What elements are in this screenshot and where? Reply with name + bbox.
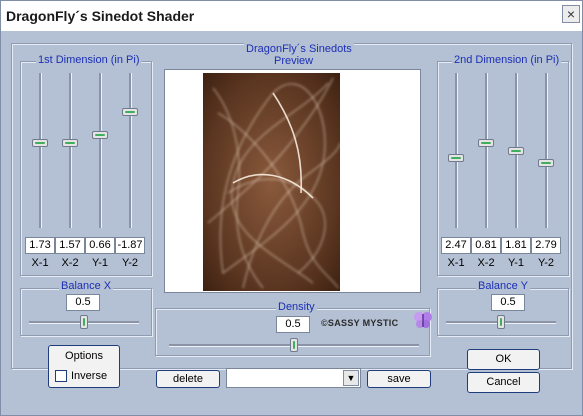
second-dimension-value-field[interactable]: 2.47 xyxy=(441,237,471,254)
second-dimension-slider-thumb[interactable] xyxy=(448,154,464,163)
first-dimension-slider-track[interactable] xyxy=(39,73,42,228)
options-box: Options Inverse xyxy=(48,345,120,388)
sassy-mystic-watermark: ©SASSY MYSTIC xyxy=(321,318,399,328)
second-dimension-slider-thumb[interactable] xyxy=(538,158,554,167)
second-dimension-slider-thumb[interactable] xyxy=(478,138,494,147)
preview-title-line2: Preview xyxy=(272,55,316,67)
first-dimension-slider-label: X-2 xyxy=(61,257,79,269)
second-dimension-slider-label: Y-2 xyxy=(537,257,555,269)
balance-x-slider-thumb[interactable] xyxy=(80,315,88,329)
second-dimension-slider-track[interactable] xyxy=(485,73,488,228)
first-dimension-slider-label: Y-2 xyxy=(121,257,139,269)
window-title: DragonFly´s Sinedot Shader xyxy=(6,8,195,24)
first-dimension-slider-track[interactable] xyxy=(99,73,102,228)
first-dimension-slider-label: X-1 xyxy=(31,257,49,269)
second-dimension-slider-label: Y-1 xyxy=(507,257,525,269)
first-dimension-slider-track[interactable] xyxy=(69,73,72,228)
dialog-window: DragonFly´s Sinedot Shader × 1st Dimensi… xyxy=(0,0,583,416)
cancel-button[interactable]: Cancel xyxy=(467,372,540,393)
first-dimension-slider-thumb[interactable] xyxy=(62,138,78,147)
balance-y-title: Balance Y xyxy=(476,280,530,292)
second-dimension-slider-label: X-2 xyxy=(477,257,495,269)
inverse-checkbox[interactable] xyxy=(55,370,67,382)
preview-panel xyxy=(164,69,421,293)
balance-x-title: Balance X xyxy=(59,280,114,292)
first-dimension-value-field[interactable]: -1.87 xyxy=(115,237,145,254)
options-title: Options xyxy=(65,350,103,362)
density-slider-thumb[interactable] xyxy=(290,338,298,352)
title-bar[interactable]: DragonFly´s Sinedot Shader × xyxy=(1,1,582,31)
close-button[interactable]: × xyxy=(562,5,580,23)
ok-button[interactable]: OK xyxy=(467,349,540,370)
second-dimension-slider-track[interactable] xyxy=(545,73,548,228)
save-button[interactable]: save xyxy=(367,370,431,388)
first-dimension-slider-track[interactable] xyxy=(129,73,132,228)
first-dimension-slider-thumb[interactable] xyxy=(92,131,108,139)
preview-title-line1: DragonFly´s Sinedots xyxy=(244,43,354,55)
second-dimension-value-field[interactable]: 0.81 xyxy=(471,237,501,254)
first-dimension-value-field[interactable]: 1.57 xyxy=(55,237,85,254)
chevron-down-icon[interactable]: ▼ xyxy=(343,370,359,386)
first-dimension-slider-thumb[interactable] xyxy=(122,107,138,116)
second-dimension-value-field[interactable]: 2.79 xyxy=(531,237,561,254)
butterfly-icon xyxy=(414,312,432,328)
preview-image xyxy=(203,73,340,291)
preset-select[interactable]: ▼ xyxy=(226,368,361,388)
first-dimension-value-field[interactable]: 1.73 xyxy=(25,237,55,254)
first-dimension-slider-label: Y-1 xyxy=(91,257,109,269)
first-dimension-title: 1st Dimension (in Pi) xyxy=(36,54,142,66)
second-dimension-slider-label: X-1 xyxy=(447,257,465,269)
second-dimension-title: 2nd Dimension (in Pi) xyxy=(452,54,562,66)
close-icon: × xyxy=(566,6,576,22)
second-dimension-value-field[interactable]: 1.81 xyxy=(501,237,531,254)
balance-x-value[interactable]: 0.5 xyxy=(66,294,100,311)
balance-y-slider-thumb[interactable] xyxy=(497,315,505,329)
density-title: Density xyxy=(276,301,317,313)
balance-y-value[interactable]: 0.5 xyxy=(491,294,525,311)
first-dimension-value-field[interactable]: 0.66 xyxy=(85,237,115,254)
second-dimension-slider-track[interactable] xyxy=(455,73,458,228)
density-value[interactable]: 0.5 xyxy=(276,316,310,333)
inverse-label: Inverse xyxy=(71,370,108,382)
delete-button[interactable]: delete xyxy=(156,370,220,388)
second-dimension-slider-thumb[interactable] xyxy=(508,146,524,155)
first-dimension-slider-thumb[interactable] xyxy=(32,138,48,147)
